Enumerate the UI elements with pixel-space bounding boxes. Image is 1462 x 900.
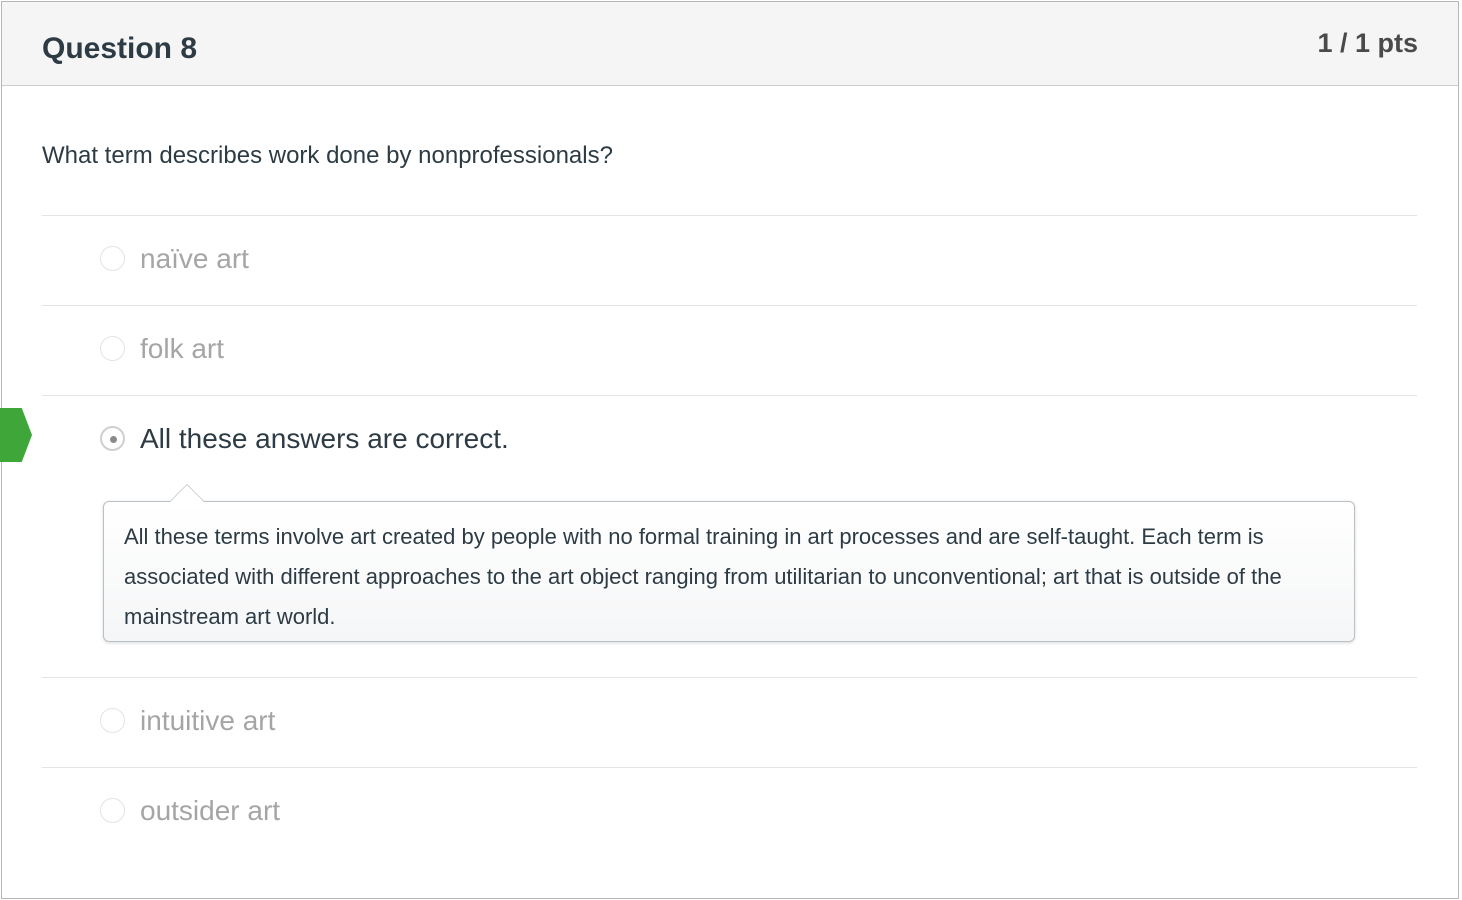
radio-button[interactable] — [100, 246, 125, 271]
radio-button[interactable] — [100, 708, 125, 733]
question-header: Question 8 1 / 1 pts — [2, 2, 1458, 86]
answer-label: All these answers are correct. — [140, 423, 509, 454]
radio-dot-icon — [110, 436, 117, 443]
answer-label: intuitive art — [140, 705, 276, 736]
radio-button[interactable] — [100, 798, 125, 823]
correct-answer-flag-icon — [0, 408, 32, 462]
question-title: Question 8 — [42, 32, 198, 65]
answer-comment: All these terms involve art created by p… — [103, 484, 1355, 642]
answer-option-selected[interactable]: All these answers are correct. All these… — [0, 395, 1417, 677]
answer-list: naïve art folk art All these answers are… — [0, 215, 1417, 857]
answer-label: outsider art — [140, 795, 281, 826]
answer-option[interactable]: intuitive art — [42, 677, 1417, 767]
comment-arrow-icon — [169, 484, 205, 502]
answer-comment-text: All these terms involve art created by p… — [124, 524, 1282, 629]
question-text: What term describes work done by nonprof… — [42, 142, 613, 169]
answer-label: folk art — [140, 333, 225, 364]
radio-button-selected[interactable] — [100, 426, 125, 451]
answer-label: naïve art — [140, 243, 249, 274]
question-card: Question 8 1 / 1 pts What term describes… — [0, 1, 1459, 899]
radio-button[interactable] — [100, 336, 125, 361]
answer-option[interactable]: outsider art — [42, 767, 1417, 857]
answer-option[interactable]: folk art — [42, 305, 1417, 395]
answer-option[interactable]: naïve art — [42, 215, 1417, 305]
question-points: 1 / 1 pts — [1317, 28, 1418, 58]
